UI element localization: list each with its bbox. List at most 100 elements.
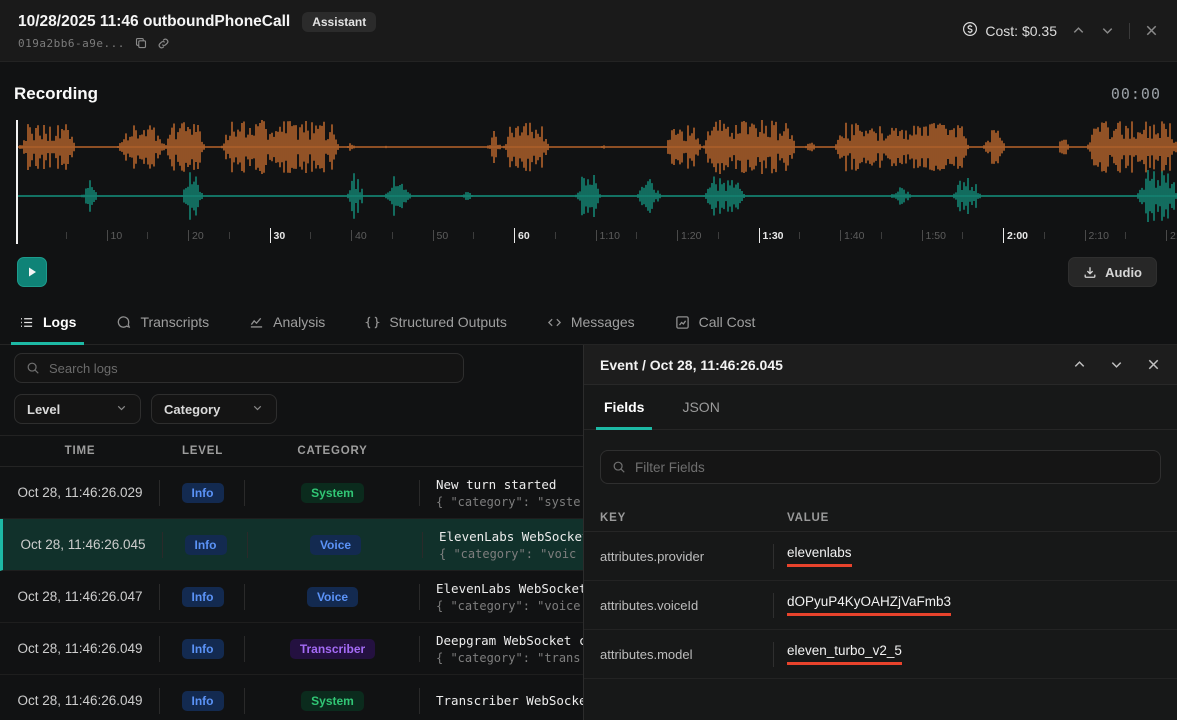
tab-call-cost[interactable]: Call Cost <box>673 300 758 344</box>
timeline-label: 10 <box>111 230 123 242</box>
audio-download-button[interactable]: Audio <box>1068 257 1157 287</box>
event-prev-icon[interactable] <box>1072 357 1087 372</box>
logs-search[interactable] <box>14 353 464 383</box>
timeline-label: 2:20 <box>1170 230 1177 242</box>
timeline-tick <box>1085 230 1086 241</box>
playhead-cursor[interactable] <box>16 120 18 244</box>
timeline-tick <box>66 232 67 239</box>
tab-structured-outputs[interactable]: Structured Outputs <box>363 300 509 344</box>
call-detail-window: 10/28/2025 11:46 outboundPhoneCall Assis… <box>0 0 1177 720</box>
timeline-tick <box>147 232 148 239</box>
log-detail: { "category": "syste <box>436 495 581 509</box>
filter-fields-input[interactable] <box>635 460 1149 475</box>
timeline-tick <box>188 230 189 241</box>
event-tab-fields[interactable]: Fields <box>600 385 648 429</box>
timeline-tick <box>270 228 271 243</box>
playback-timer: 00:00 <box>1111 85 1161 103</box>
timeline-tick <box>962 232 963 239</box>
cost-indicator: Cost: $0.35 <box>962 21 1057 40</box>
field-key: attributes.provider <box>600 549 773 564</box>
column-key: KEY <box>600 512 773 524</box>
call-id: 019a2bb6-a9e... <box>18 37 125 50</box>
tab-analysis[interactable]: Analysis <box>247 300 327 344</box>
chart-line-icon <box>249 315 264 330</box>
dollar-circle-icon <box>962 21 978 40</box>
log-time: Oct 28, 11:46:26.029 <box>17 485 142 500</box>
close-icon[interactable] <box>1144 23 1159 38</box>
chart-box-icon <box>675 315 690 330</box>
event-close-icon[interactable] <box>1146 357 1161 372</box>
category-filter-dropdown[interactable]: Category <box>151 394 277 424</box>
category-badge: Voice <box>307 587 358 607</box>
timeline-tick <box>840 230 841 241</box>
link-icon[interactable] <box>157 37 170 50</box>
log-time: Oct 28, 11:46:26.049 <box>17 693 142 708</box>
fields-table-header: KEY VALUE <box>584 504 1177 532</box>
download-icon <box>1083 265 1097 279</box>
chevron-down-icon[interactable] <box>1100 23 1115 38</box>
timeline-tick <box>433 230 434 241</box>
log-message: Transcriber WebSocke <box>436 693 587 708</box>
log-message: ElevenLabs WebSocket <box>439 529 590 544</box>
timeline-label: 50 <box>437 230 449 242</box>
column-category: CATEGORY <box>245 445 420 457</box>
play-button[interactable] <box>17 257 47 287</box>
chevron-up-icon[interactable] <box>1071 23 1086 38</box>
tab-transcripts[interactable]: Transcripts <box>114 300 211 344</box>
level-filter-dropdown[interactable]: Level <box>14 394 141 424</box>
field-key: attributes.model <box>600 647 773 662</box>
field-key: attributes.voiceId <box>600 598 773 613</box>
header-left: 10/28/2025 11:46 outboundPhoneCall Assis… <box>18 12 376 50</box>
copy-icon[interactable] <box>135 37 147 49</box>
search-icon <box>612 460 626 474</box>
cost-label: Cost: $0.35 <box>985 23 1057 39</box>
header: 10/28/2025 11:46 outboundPhoneCall Assis… <box>0 0 1177 62</box>
tab-logs[interactable]: Logs <box>17 300 78 344</box>
tab-messages[interactable]: Messages <box>545 300 637 344</box>
log-message: ElevenLabs WebSocket <box>436 581 587 596</box>
fields-table-body: attributes.providerelevenlabsattributes.… <box>584 532 1177 679</box>
code-icon <box>547 315 562 330</box>
event-panel-header: Event / Oct 28, 11:46:26.045 <box>584 345 1177 385</box>
level-filter-label: Level <box>27 402 60 417</box>
timeline-label: 40 <box>355 230 367 242</box>
event-tab-json[interactable]: JSON <box>678 385 723 429</box>
timeline-tick <box>759 228 760 243</box>
timeline-tick <box>1166 230 1167 241</box>
search-icon <box>26 361 40 375</box>
log-time: Oct 28, 11:46:26.045 <box>20 537 145 552</box>
timeline-label: 1:10 <box>600 230 620 242</box>
timeline-tick <box>473 232 474 239</box>
timeline-tick <box>677 230 678 241</box>
timeline-tick <box>636 232 637 239</box>
tab-label: Call Cost <box>699 314 756 330</box>
column-time: TIME <box>0 445 160 457</box>
event-detail-panel: Event / Oct 28, 11:46:26.045 FieldsJSON … <box>583 345 1177 720</box>
log-detail: { "category": "voice <box>436 599 581 613</box>
timeline-label: 1:40 <box>844 230 864 242</box>
timeline-tick <box>107 230 108 241</box>
timeline-tick <box>718 232 719 239</box>
timeline-tick <box>1003 228 1004 243</box>
tab-label: Messages <box>571 314 635 330</box>
event-panel-tabs: Fields JSON <box>584 385 1177 430</box>
log-message: Deepgram WebSocket c <box>436 633 587 648</box>
fields-filter[interactable] <box>600 450 1161 484</box>
search-logs-input[interactable] <box>49 361 452 376</box>
log-message: New turn started <box>436 477 556 492</box>
field-value: dOPyuP4KyOAHZjVaFmb3 <box>787 594 951 616</box>
waveform-timeline[interactable]: 1020304050601:101:201:301:401:502:002:10… <box>0 226 1177 248</box>
chevron-down-icon <box>115 401 128 417</box>
level-badge: Info <box>182 587 224 607</box>
level-badge: Info <box>182 639 224 659</box>
event-next-icon[interactable] <box>1109 357 1124 372</box>
timeline-tick <box>881 232 882 239</box>
timeline-tick <box>799 232 800 239</box>
timeline-tick <box>922 230 923 241</box>
chat-icon <box>116 315 131 330</box>
audio-waveform[interactable] <box>0 118 1177 226</box>
header-actions: Cost: $0.35 <box>962 21 1159 40</box>
timeline-tick <box>555 232 556 239</box>
audio-button-label: Audio <box>1105 265 1142 280</box>
event-panel-title: Event / Oct 28, 11:46:26.045 <box>600 357 1050 373</box>
